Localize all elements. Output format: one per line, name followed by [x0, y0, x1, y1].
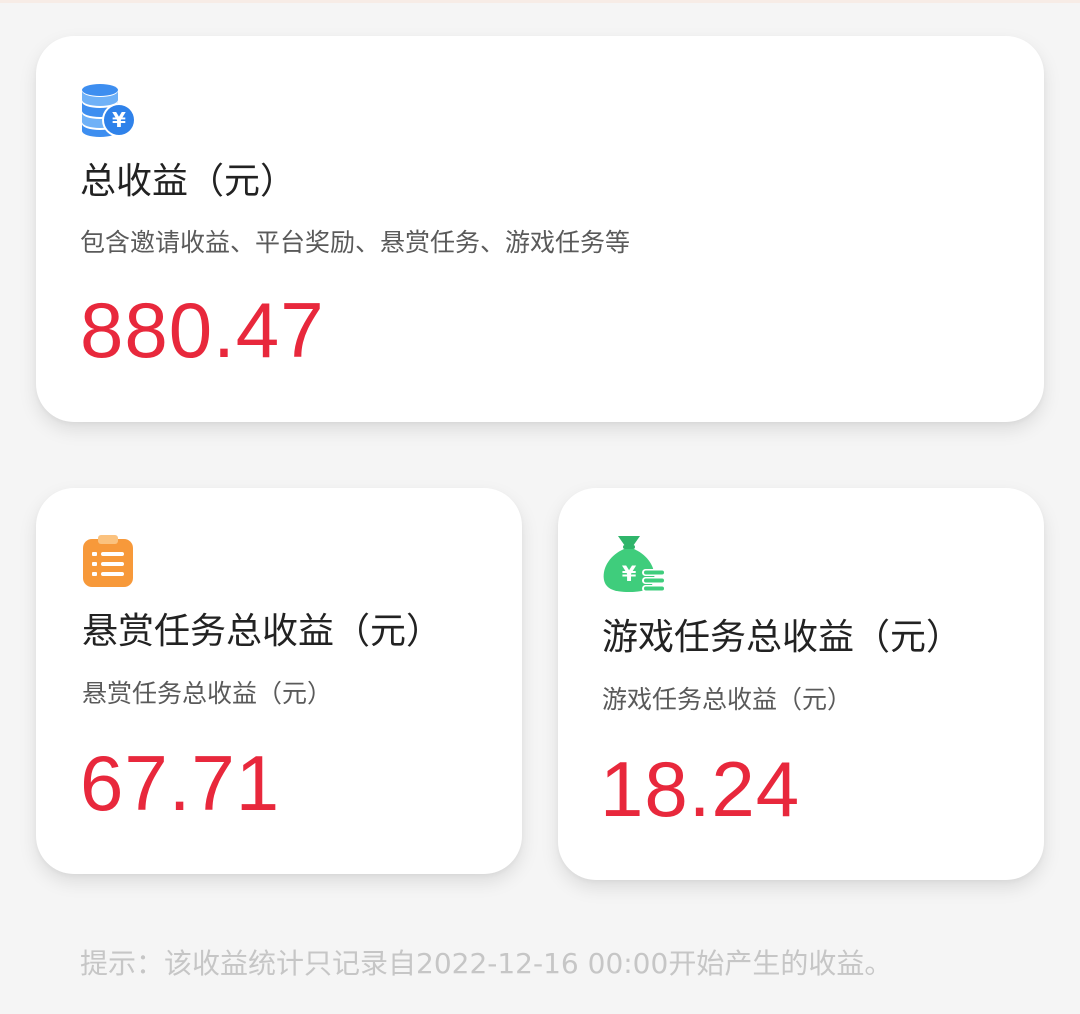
top-divider — [0, 0, 1080, 3]
card-title: 游戏任务总收益（元） — [602, 617, 963, 658]
amount-value: 880.47 — [80, 286, 325, 374]
amount-value: 67.71 — [80, 739, 281, 827]
card-description: 游戏任务总收益（元） — [602, 685, 853, 714]
card-title: 悬赏任务总收益（元） — [82, 611, 443, 652]
bounty-task-earnings-card[interactable]: 悬赏任务总收益（元） 悬赏任务总收益（元） 67.71 — [36, 488, 522, 874]
card-description: 悬赏任务总收益（元） — [82, 679, 333, 708]
clipboard-list-icon — [82, 534, 134, 592]
svg-text:¥: ¥ — [622, 562, 637, 586]
card-description: 包含邀请收益、平台奖励、悬赏任务、游戏任务等 — [80, 228, 631, 257]
svg-text:¥: ¥ — [112, 108, 126, 132]
total-earnings-card[interactable]: ¥ 总收益（元） 包含邀请收益、平台奖励、悬赏任务、游戏任务等 880.47 — [36, 36, 1044, 422]
amount-value: 18.24 — [600, 745, 801, 833]
money-bag-yen-icon: ¥ — [602, 532, 668, 598]
card-title: 总收益（元） — [80, 161, 297, 202]
game-task-earnings-card[interactable]: ¥ 游戏任务总收益（元） 游戏任务总收益（元） 18.24 — [558, 488, 1044, 880]
hint-text: 提示：该收益统计只记录自2022-12-16 00:00开始产生的收益。 — [80, 947, 893, 980]
coin-stack-yen-icon: ¥ — [80, 82, 138, 144]
